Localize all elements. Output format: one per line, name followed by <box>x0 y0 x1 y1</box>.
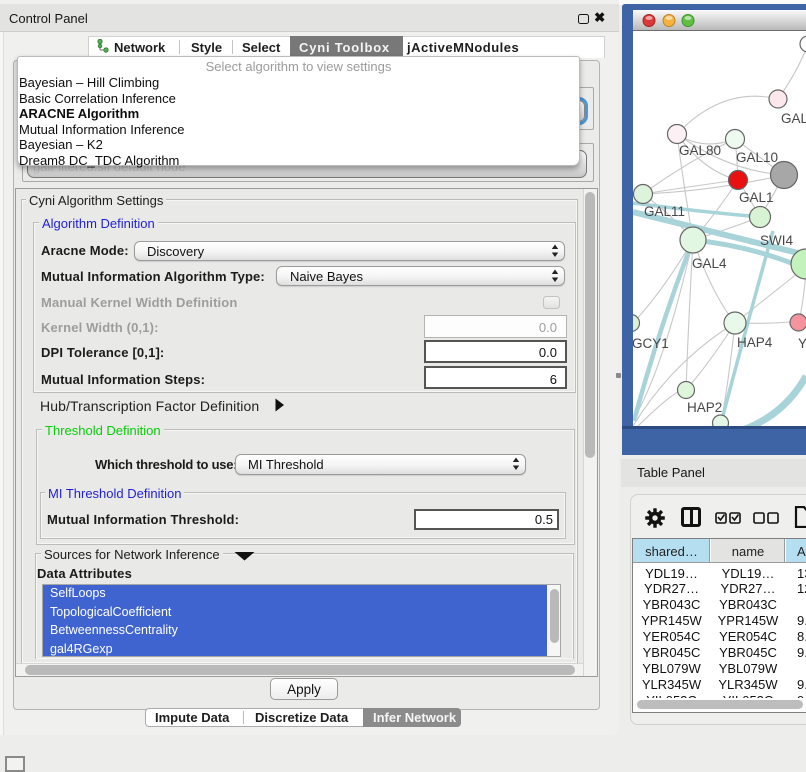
svg-text:HAP2: HAP2 <box>687 400 722 415</box>
svg-text:GAL11: GAL11 <box>644 204 685 219</box>
svg-text:Y: Y <box>798 336 806 351</box>
svg-text:GAL1: GAL1 <box>739 190 774 205</box>
svg-text:GAL: GAL <box>781 111 806 126</box>
svg-text:GAL10: GAL10 <box>736 150 778 165</box>
svg-text:GCY1: GCY1 <box>633 336 669 351</box>
svg-text:HAP4: HAP4 <box>737 335 773 350</box>
svg-text:SWI4: SWI4 <box>760 233 793 248</box>
svg-text:GAL80: GAL80 <box>679 143 721 158</box>
svg-text:GAL4: GAL4 <box>692 256 727 271</box>
